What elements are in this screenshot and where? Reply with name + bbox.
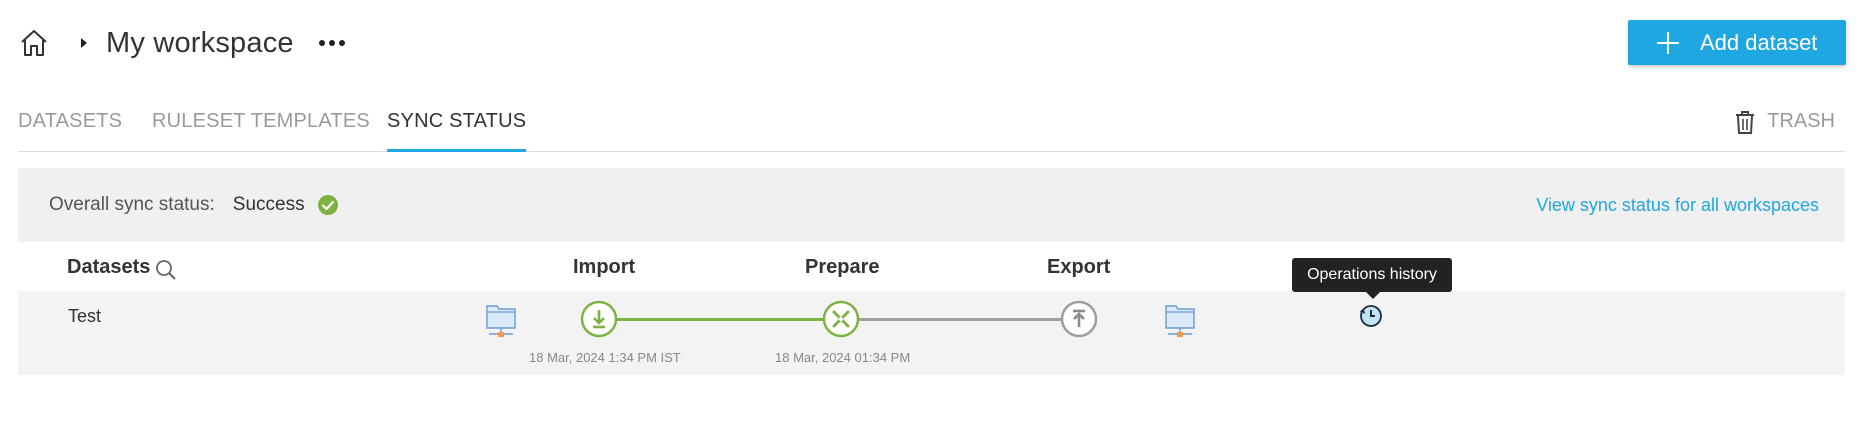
source-network-folder-icon[interactable] [486,303,516,344]
page-title: My workspace [106,26,294,59]
trash-label: TRASH [1767,110,1835,132]
prepare-column-header: Prepare [805,256,880,278]
more-options-icon[interactable] [316,27,348,59]
tab-bar: DATASETS RULESET TEMPLATES SYNC STATUS T… [18,100,1845,152]
caret-right-icon [74,27,94,59]
trash-icon [1735,110,1757,136]
overall-status-value: Success [232,194,305,215]
prepare-timestamp: 18 Mar, 2024 01:34 PM [775,350,911,365]
import-status-icon[interactable] [580,300,618,343]
prepare-status-icon[interactable] [822,300,860,343]
page-header: My workspace [18,18,348,68]
overall-status-panel: Overall sync status: Success View sync s… [18,168,1845,242]
dataset-name[interactable]: Test [68,306,101,327]
home-icon[interactable] [18,27,50,59]
check-circle-icon [317,194,339,216]
tab-ruleset-templates[interactable]: RULESET TEMPLATES [152,110,370,152]
datasets-column-header: Datasets [67,256,151,278]
add-dataset-button[interactable]: Add dataset [1628,20,1846,65]
view-all-workspaces-link[interactable]: View sync status for all workspaces [1536,195,1819,216]
overall-status-label: Overall sync status: [49,194,215,215]
search-icon[interactable] [155,259,177,281]
sync-status-page: My workspace Add dataset DATASETS RULESE… [0,0,1859,435]
import-timestamp: 18 Mar, 2024 1:34 PM IST [529,350,681,365]
history-icon[interactable] [1359,304,1383,333]
prepare-export-connector [857,318,1063,321]
export-status-icon[interactable] [1060,300,1098,343]
add-dataset-label: Add dataset [1700,29,1818,55]
operations-history-tooltip: Operations history [1292,258,1452,299]
table-row: Test [18,291,1845,375]
plus-icon [1656,31,1680,55]
tab-datasets[interactable]: DATASETS [18,110,122,152]
export-column-header: Export [1047,256,1111,278]
import-prepare-connector [617,318,825,321]
trash-button[interactable]: TRASH [1735,110,1835,136]
tab-sync-status[interactable]: SYNC STATUS [387,110,527,152]
destination-network-folder-icon[interactable] [1165,303,1195,344]
import-column-header: Import [573,256,636,278]
